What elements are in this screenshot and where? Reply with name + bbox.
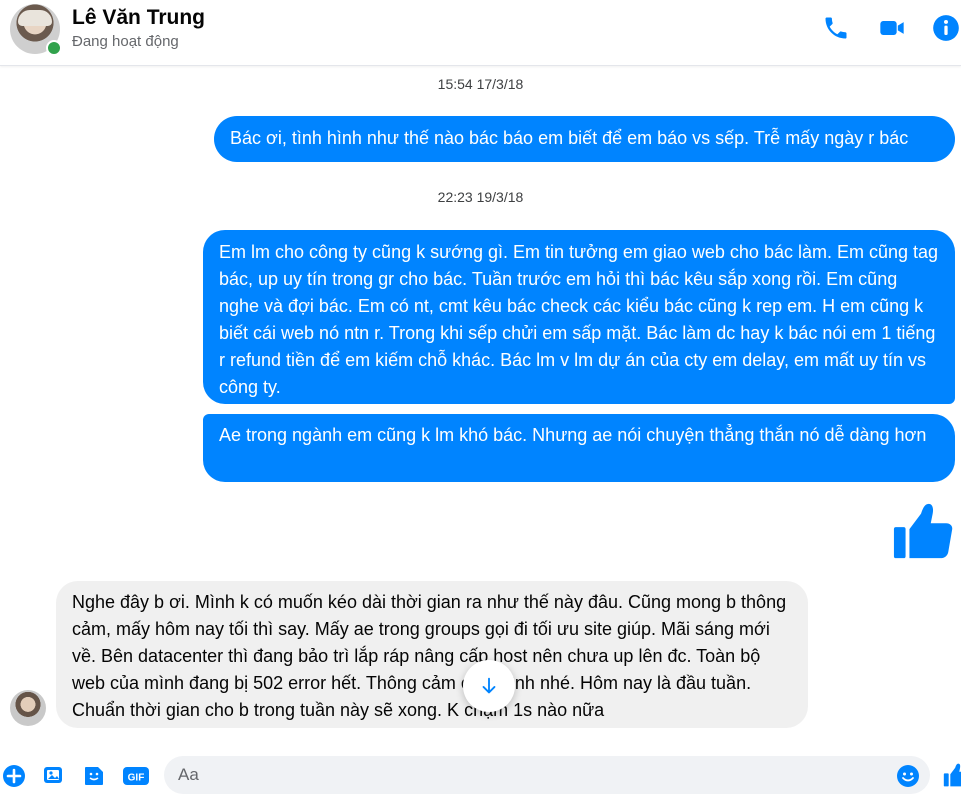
video-camera-icon[interactable] [878, 14, 906, 42]
avatar[interactable] [10, 690, 46, 726]
scroll-to-bottom-button[interactable] [463, 660, 515, 712]
plus-circle-icon[interactable] [2, 764, 26, 788]
gif-label: GIF [128, 773, 145, 784]
incoming-message[interactable]: Nghe đây b ơi. Mình k có muốn kéo dài th… [56, 581, 808, 728]
sticker-icon[interactable] [82, 764, 106, 788]
thumbs-up-icon[interactable] [943, 762, 961, 788]
gif-icon[interactable]: GIF [122, 764, 150, 788]
contact-name[interactable]: Lê Văn Trung [72, 6, 205, 30]
conversation-header: Lê Văn Trung Đang hoạt động [0, 0, 961, 66]
contact-status: Đang hoạt động [72, 33, 179, 50]
info-icon[interactable] [932, 14, 960, 42]
message-input[interactable] [164, 756, 930, 794]
outgoing-message[interactable]: Ae trong ngành em cũng k lm khó bác. Như… [203, 414, 955, 482]
arrow-down-icon [482, 677, 496, 694]
message-timestamp: 22:23 19/3/18 [437, 189, 524, 205]
message-timestamp: 15:54 17/3/18 [437, 76, 524, 92]
message-composer: GIF [0, 752, 961, 794]
contact-avatar[interactable] [10, 4, 62, 56]
outgoing-message[interactable]: Em lm cho công ty cũng k sướng gì. Em ti… [203, 230, 955, 404]
phone-icon[interactable] [822, 14, 850, 42]
online-status-dot [46, 40, 62, 56]
outgoing-message[interactable]: Bác ơi, tình hình như thế nào bác báo em… [214, 116, 955, 162]
emoji-icon[interactable] [896, 764, 920, 788]
thumbs-up-icon[interactable] [892, 500, 954, 562]
image-icon[interactable] [42, 764, 66, 788]
